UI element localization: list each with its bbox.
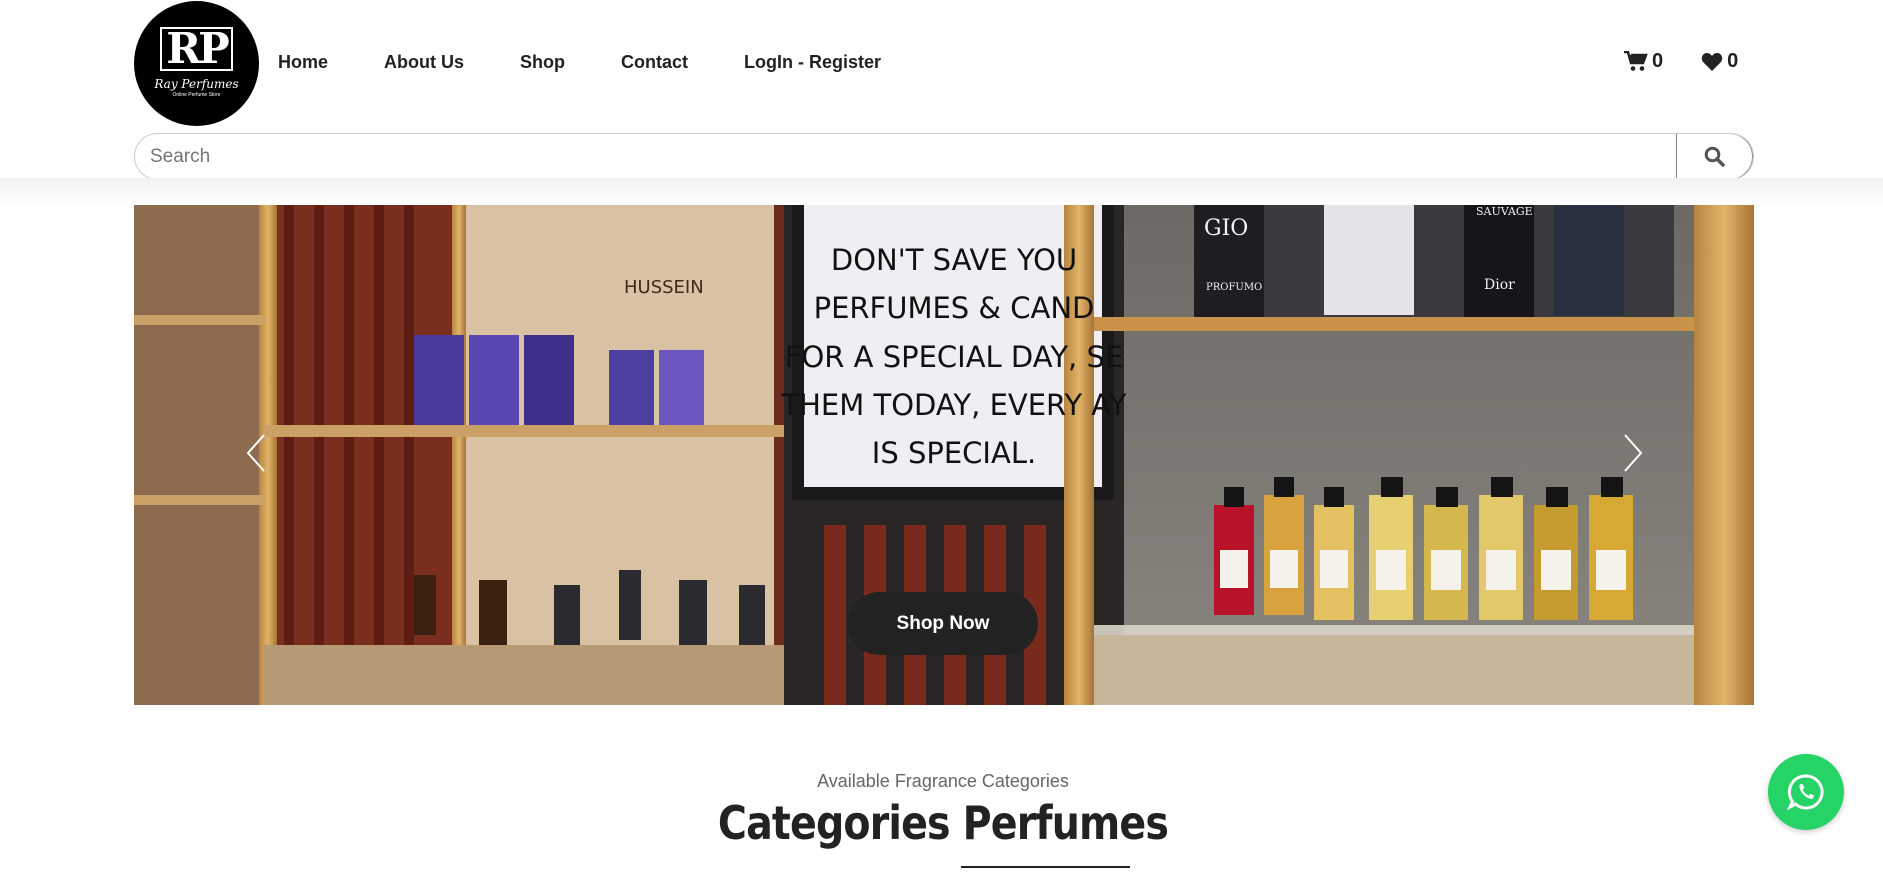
sign-line-1: DON'T SAVE YOU [831,243,1077,277]
nav-link-contact[interactable]: Contact [621,52,688,73]
whatsapp-icon [1787,774,1824,811]
whatsapp-button[interactable] [1768,754,1844,830]
header-shadow [0,178,1883,206]
sign-line-4: THEM TODAY, EVERY AY [780,388,1126,422]
sign-line-3: FOR A SPECIAL DAY, SE [785,340,1123,374]
sign-line-5: IS SPECIAL. [872,436,1036,470]
carousel-prev-arrow[interactable] [246,433,266,473]
shelf-label-sauvage: SAUVAGE [1476,205,1533,218]
logo-monogram: RP [160,27,233,71]
cart-icon [1624,51,1648,71]
logo-brand-name: Ray Perfumes [154,77,239,91]
shelf-label-dior: Dior [1484,277,1515,293]
heart-icon [1701,52,1723,71]
nav-link-login-register[interactable]: LogIn - Register [744,52,881,73]
site-header: RP Ray Perfumes Online Perfume Store Hom… [0,0,1883,182]
nav-link-shop[interactable]: Shop [520,52,565,73]
logo-tagline: Online Perfume Store [172,92,221,98]
sign-line-2: PERFUMES & CAND [814,291,1095,325]
shelf-label-hussein: HUSSEIN [624,277,704,298]
categories-title: Categories Perfumes [717,796,1169,850]
wishlist-counter[interactable]: 0 [1701,50,1738,73]
shelf-label-gio: GIO [1204,216,1248,241]
cart-counter[interactable]: 0 [1624,50,1663,73]
cart-count: 0 [1652,50,1664,72]
search-icon [1704,146,1725,167]
brand-logo[interactable]: RP Ray Perfumes Online Perfume Store [134,1,259,126]
nav-link-home[interactable]: Home [278,52,328,73]
shop-now-button[interactable]: Shop Now [848,592,1038,655]
carousel-next-arrow[interactable] [1623,433,1643,473]
search-button[interactable] [1676,134,1753,179]
search-bar [134,133,1754,180]
nav-link-about-us[interactable]: About Us [384,52,464,73]
shelf-label-profumo: PROFUMO [1206,282,1262,293]
categories-title-underline [961,866,1130,868]
wishlist-count: 0 [1727,50,1739,72]
header-counters: 0 0 [1624,50,1738,73]
search-input[interactable] [135,134,1677,179]
categories-kicker: Available Fragrance Categories [817,771,1069,791]
main-nav: Home About Us Shop Contact LogIn - Regis… [278,52,937,73]
